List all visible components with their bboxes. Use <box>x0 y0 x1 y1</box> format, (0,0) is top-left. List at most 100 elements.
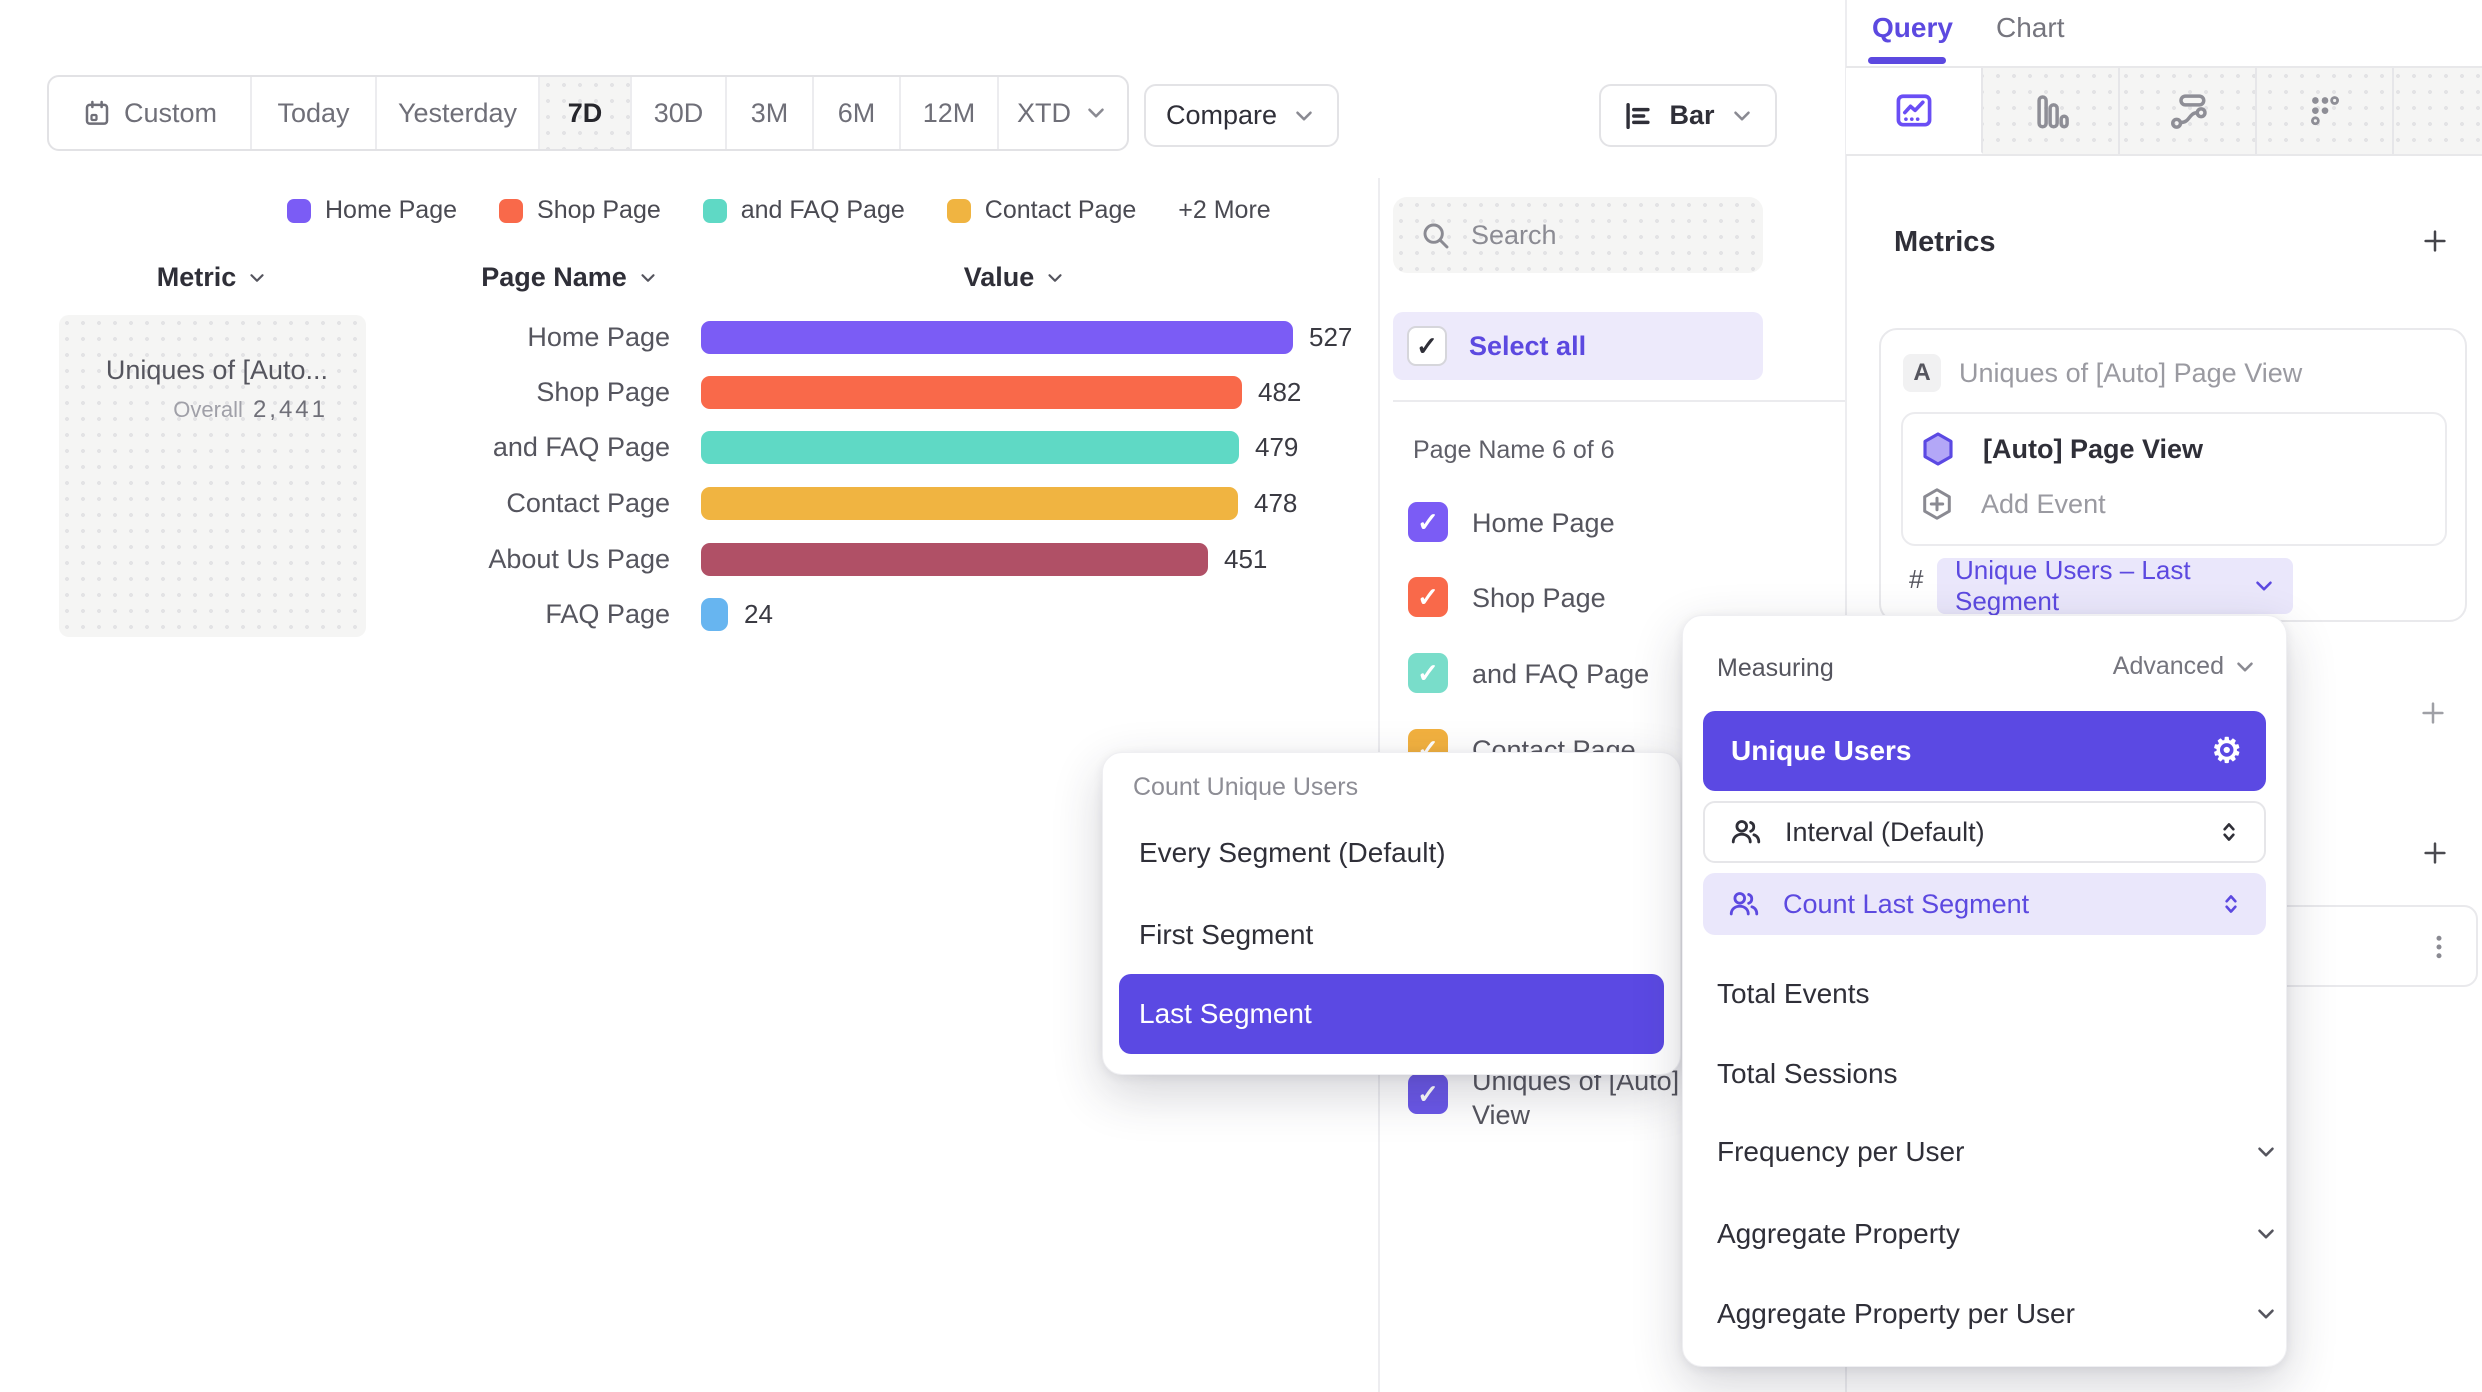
report-tab-funnels[interactable] <box>1983 68 2120 154</box>
value-bar[interactable] <box>701 487 1238 520</box>
add-metric-icon[interactable] <box>2420 226 2450 256</box>
date-range-custom[interactable]: Custom <box>49 77 252 149</box>
row-value: 24 <box>744 599 773 630</box>
insights-icon <box>1892 88 1936 132</box>
stepper-icon[interactable] <box>2216 819 2242 845</box>
metric-card-title: Uniques of [Auto] Page View <box>1959 358 2302 389</box>
tab-chart[interactable]: Chart <box>1996 12 2064 44</box>
select-all-checkbox[interactable]: ✓ <box>1407 326 1447 366</box>
legend-item[interactable]: Shop Page <box>499 196 661 225</box>
table-row: Home Page 527 <box>380 320 1352 354</box>
gear-icon[interactable]: ⚙ <box>2212 734 2242 768</box>
value-bar[interactable] <box>701 376 1242 409</box>
chevron-down-icon <box>2253 1221 2279 1247</box>
chart-type-button[interactable]: Bar <box>1599 84 1777 147</box>
legend-item[interactable]: Home Page <box>287 196 457 225</box>
value-bar[interactable] <box>701 598 728 631</box>
metric-overall: Overall2,441 <box>59 396 328 424</box>
event-hexagon-icon <box>1919 430 1957 468</box>
date-range-6m[interactable]: 6M <box>814 77 901 149</box>
menu-item-aggregate-property[interactable]: Aggregate Property <box>1717 1218 1960 1250</box>
column-header-value[interactable]: Value <box>865 262 1165 293</box>
date-range-30d[interactable]: 30D <box>632 77 727 149</box>
legend-swatch <box>703 199 727 223</box>
bar-chart-icon <box>1621 99 1655 133</box>
chevron-down-icon <box>1083 100 1109 126</box>
column-header-page-name[interactable]: Page Name <box>420 262 720 293</box>
row-page-name: FAQ Page <box>380 599 670 630</box>
more-options-icon[interactable] <box>2424 932 2454 962</box>
calendar-icon <box>82 98 112 128</box>
date-range-7d[interactable]: 7D <box>540 77 632 149</box>
count-last-segment-row[interactable]: Count Last Segment <box>1703 873 2266 935</box>
advanced-toggle[interactable]: Advanced <box>2113 652 2258 681</box>
value-bar[interactable] <box>701 543 1208 576</box>
measurement-hash: # <box>1909 564 1923 595</box>
popover-title: Count Unique Users <box>1133 773 1358 802</box>
metric-cell[interactable]: Uniques of [Auto... Overall2,441 <box>59 315 366 637</box>
filter-item[interactable]: ✓ Shop Page <box>1408 577 1606 617</box>
metric-name: Uniques of [Auto... <box>59 355 328 386</box>
row-value: 451 <box>1224 544 1267 575</box>
value-bar[interactable] <box>701 321 1293 354</box>
interval-stepper-row[interactable]: Interval (Default) <box>1703 801 2266 863</box>
legend-item[interactable]: Contact Page <box>947 196 1137 225</box>
row-page-name: Home Page <box>380 322 670 353</box>
row-value: 478 <box>1254 488 1297 519</box>
select-all-row[interactable]: ✓ Select all <box>1393 312 1763 380</box>
measuring-popover: Measuring Advanced Unique Users ⚙ Interv… <box>1682 615 2287 1367</box>
compare-button[interactable]: Compare <box>1144 84 1339 147</box>
menu-item-last-segment[interactable]: Last Segment <box>1119 974 1664 1054</box>
tab-query[interactable]: Query <box>1872 12 1953 44</box>
filter-checkbox[interactable]: ✓ <box>1408 502 1448 542</box>
funnels-icon <box>2030 90 2072 132</box>
legend-item[interactable]: and FAQ Page <box>703 196 905 225</box>
flows-icon <box>2167 90 2209 132</box>
date-range-xtd[interactable]: XTD <box>999 77 1127 149</box>
menu-item-total-sessions[interactable]: Total Sessions <box>1717 1058 1898 1090</box>
filter-checkbox[interactable]: ✓ <box>1408 653 1448 693</box>
metric-card[interactable]: A Uniques of [Auto] Page View [Auto] Pag… <box>1879 328 2467 622</box>
table-row: About Us Page 451 <box>380 542 1267 576</box>
filter-item[interactable]: ✓ Home Page <box>1408 502 1615 542</box>
filter-group-label: Page Name 6 of 6 <box>1413 436 1615 465</box>
filter-checkbox[interactable]: ✓ <box>1408 577 1448 617</box>
search-input[interactable] <box>1469 219 1723 252</box>
value-bar[interactable] <box>701 431 1239 464</box>
filter-checkbox[interactable]: ✓ <box>1408 1074 1448 1114</box>
date-range-12m[interactable]: 12M <box>901 77 999 149</box>
add-breakdown-icon[interactable] <box>2420 838 2450 868</box>
menu-item-first-segment[interactable]: First Segment <box>1139 919 1313 951</box>
chevron-down-icon <box>637 267 659 289</box>
chart-legend: Home Page Shop Page and FAQ Page Contact… <box>287 196 1271 225</box>
chevron-down-icon <box>2251 573 2277 599</box>
popover-title: Measuring <box>1717 654 1834 683</box>
add-event-row[interactable]: Add Event <box>1919 486 2106 522</box>
menu-item-frequency-per-user[interactable]: Frequency per User <box>1717 1136 1964 1168</box>
report-tab-flows[interactable] <box>2120 68 2257 154</box>
date-range-3m[interactable]: 3M <box>727 77 814 149</box>
report-tab-retention[interactable] <box>2257 68 2394 154</box>
chevron-down-icon <box>1291 103 1317 129</box>
chevron-down-icon <box>2232 654 2258 680</box>
menu-item-every-segment[interactable]: Every Segment (Default) <box>1139 837 1446 869</box>
menu-item-aggregate-property-per-user[interactable]: Aggregate Property per User <box>1717 1298 2075 1330</box>
event-name[interactable]: [Auto] Page View <box>1983 434 2203 465</box>
date-range-today[interactable]: Today <box>252 77 377 149</box>
search-icon <box>1419 219 1451 251</box>
event-card[interactable]: [Auto] Page View Add Event <box>1901 412 2447 546</box>
count-unique-users-popover: Count Unique Users Every Segment (Defaul… <box>1102 752 1681 1075</box>
menu-item-total-events[interactable]: Total Events <box>1717 978 1870 1010</box>
add-filter-icon[interactable] <box>2418 698 2448 728</box>
date-range-yesterday[interactable]: Yesterday <box>377 77 540 149</box>
menu-item-unique-users[interactable]: Unique Users ⚙ <box>1703 711 2266 791</box>
table-row: and FAQ Page 479 <box>380 430 1298 464</box>
measurement-pill[interactable]: Unique Users – Last Segment <box>1937 558 2293 614</box>
report-tab-insights[interactable] <box>1846 68 1983 154</box>
column-header-metric[interactable]: Metric <box>59 262 366 293</box>
row-page-name: About Us Page <box>380 544 670 575</box>
stepper-icon[interactable] <box>2218 891 2244 917</box>
report-tab-spacer <box>2394 68 2482 154</box>
filter-item[interactable]: ✓ and FAQ Page <box>1408 653 1649 693</box>
legend-more[interactable]: +2 More <box>1178 196 1270 225</box>
